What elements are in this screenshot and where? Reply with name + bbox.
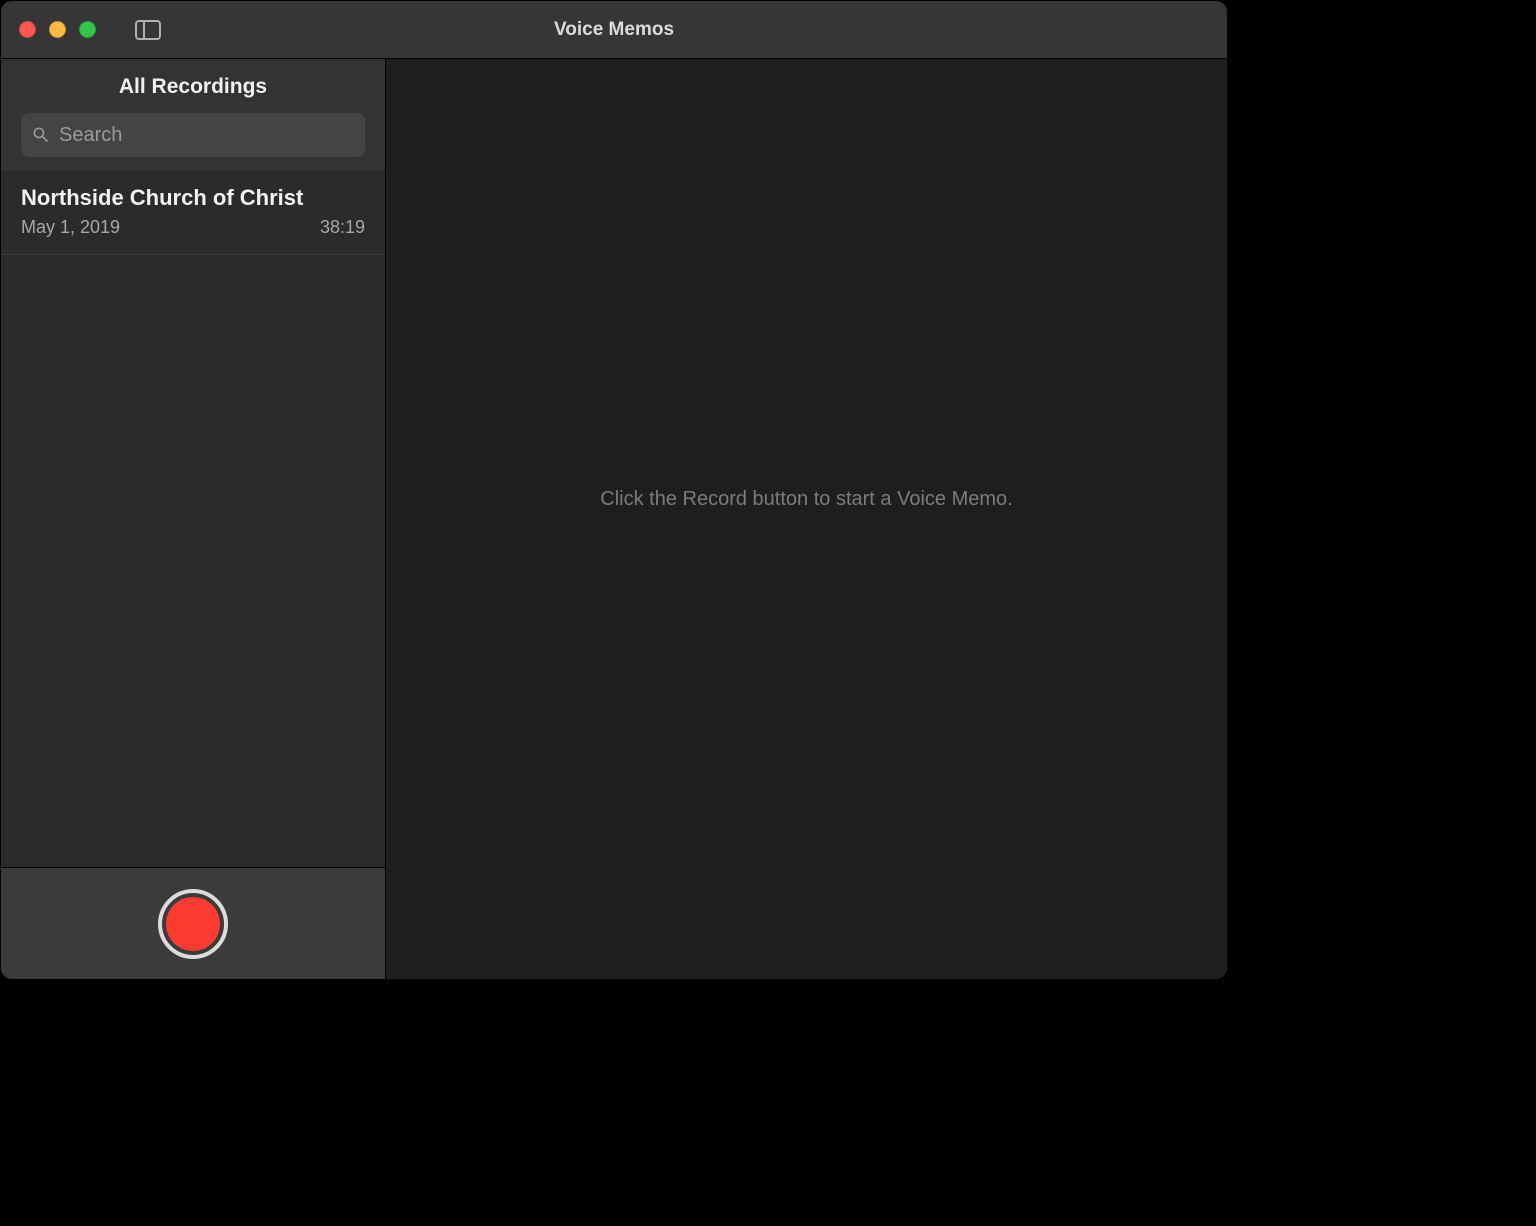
sidebar-toggle-button[interactable]: [134, 19, 162, 41]
record-button[interactable]: [158, 889, 228, 959]
recording-title: Northside Church of Christ: [21, 185, 365, 211]
app-window: Voice Memos All Recordings Northside Chu…: [0, 0, 1228, 980]
search-field[interactable]: [21, 113, 365, 157]
record-icon: [166, 897, 220, 951]
search-input[interactable]: [59, 124, 355, 147]
main-panel: Click the Record button to start a Voice…: [386, 59, 1227, 979]
recording-duration: 38:19: [320, 217, 365, 238]
sidebar: All Recordings Northside Church of Chris…: [1, 59, 386, 979]
sidebar-header: All Recordings: [1, 59, 385, 113]
sidebar-icon: [135, 20, 161, 40]
window-title: Voice Memos: [1, 19, 1227, 41]
empty-state-text: Click the Record button to start a Voice…: [600, 488, 1012, 511]
titlebar: Voice Memos: [1, 1, 1227, 59]
maximize-button[interactable]: [79, 21, 96, 38]
search-wrap: [1, 113, 385, 171]
record-bar: [1, 867, 385, 979]
search-icon: [31, 125, 51, 145]
recording-meta: May 1, 2019 38:19: [21, 217, 365, 238]
minimize-button[interactable]: [49, 21, 66, 38]
traffic-lights: [19, 21, 96, 38]
close-button[interactable]: [19, 21, 36, 38]
recording-item[interactable]: Northside Church of Christ May 1, 2019 3…: [1, 171, 385, 255]
recordings-list: Northside Church of Christ May 1, 2019 3…: [1, 171, 385, 867]
recording-date: May 1, 2019: [21, 217, 120, 238]
content-area: All Recordings Northside Church of Chris…: [1, 59, 1227, 979]
